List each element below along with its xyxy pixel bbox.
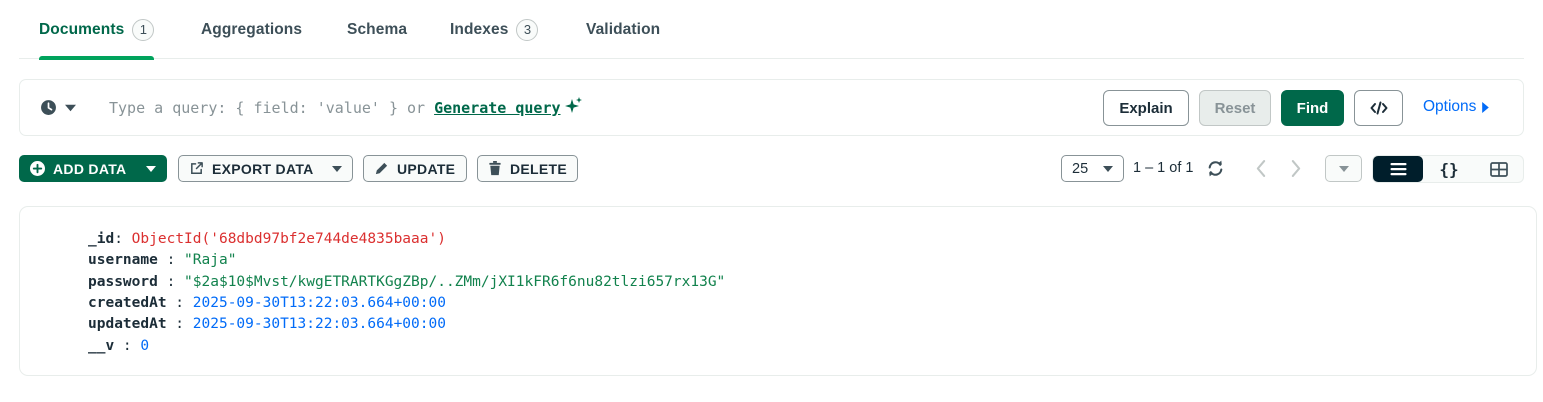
caret-down-icon: [65, 104, 76, 111]
tab-label: Indexes: [450, 20, 509, 38]
query-placeholder: Type a query: { field: 'value' } or: [109, 99, 426, 117]
next-page-button[interactable]: [1289, 159, 1303, 183]
update-button[interactable]: UPDATE: [363, 155, 467, 182]
caret-down-icon: [146, 165, 156, 172]
options-label: Options: [1423, 98, 1477, 115]
field-value: 2025-09-30T13:22:03.664+00:00: [192, 295, 446, 311]
table-icon: [1490, 161, 1508, 177]
previous-page-button[interactable]: [1254, 159, 1268, 183]
export-data-label: EXPORT DATA: [212, 160, 314, 177]
indexes-count-badge: 3: [516, 18, 539, 41]
export-icon: [191, 162, 203, 174]
delete-label: DELETE: [509, 160, 567, 177]
collection-tabs: Documents 1 Aggregations Schema Indexes …: [19, 0, 1524, 60]
list-view-button[interactable]: [1373, 156, 1423, 182]
tab-documents[interactable]: Documents 1: [39, 0, 155, 60]
tab-schema[interactable]: Schema: [347, 0, 407, 59]
document-field[interactable]: updatedAt : 2025-09-30T13:22:03.664+00:0…: [88, 314, 446, 334]
clock-icon: [41, 100, 56, 115]
code-icon: [1370, 101, 1387, 115]
caret-down-icon: [1103, 165, 1113, 172]
sparkle-icon: [564, 97, 583, 119]
field-separator: :: [157, 274, 185, 290]
export-data-button[interactable]: EXPORT DATA: [178, 155, 353, 182]
tab-label: Aggregations: [201, 20, 303, 38]
caret-down-icon: [332, 165, 342, 172]
chevron-left-icon: [1256, 160, 1266, 177]
field-value: ObjectId('68dbd97bf2e744de4835baaa'): [131, 231, 446, 247]
document-card: _id: ObjectId('68dbd97bf2e744de4835baaa'…: [19, 206, 1537, 376]
export-to-language-button[interactable]: [1354, 90, 1403, 126]
explain-button[interactable]: Explain: [1103, 90, 1189, 126]
field-key: updatedAt: [88, 316, 167, 332]
tab-label: Validation: [586, 20, 661, 38]
delete-button[interactable]: DELETE: [477, 155, 578, 182]
caret-down-icon: [1338, 165, 1349, 172]
pencil-icon: [375, 162, 388, 175]
document-field[interactable]: username : "Raja": [88, 250, 236, 270]
refresh-icon: [1208, 160, 1223, 177]
view-options-dropdown[interactable]: [1325, 155, 1362, 182]
refresh-button[interactable]: [1206, 159, 1225, 183]
field-key: __v: [88, 338, 115, 354]
table-view-button[interactable]: [1474, 156, 1524, 182]
document-field[interactable]: _id: ObjectId('68dbd97bf2e744de4835baaa'…: [88, 229, 446, 249]
field-value: 0: [140, 338, 150, 354]
page-size-value: 25: [1072, 160, 1089, 177]
update-label: UPDATE: [397, 160, 456, 177]
field-separator: :: [157, 252, 185, 268]
field-value: "$2a$10$Mvst/kwgETRARTKGgZBp/..ZMm/jXI1k…: [184, 274, 726, 290]
query-bar: Type a query: { field: 'value' } or Gene…: [19, 79, 1524, 136]
add-data-button[interactable]: ADD DATA: [19, 155, 167, 182]
document-field[interactable]: __v : 0: [88, 336, 149, 356]
caret-right-icon: [1482, 101, 1490, 113]
tab-aggregations[interactable]: Aggregations: [201, 0, 302, 59]
trash-icon: [489, 161, 501, 176]
documents-toolbar: ADD DATA EXPORT DATA UPDATE DELETE 25 1 …: [19, 155, 1524, 183]
chevron-right-icon: [1291, 160, 1301, 177]
field-value: "Raja": [184, 252, 237, 268]
add-data-label: ADD DATA: [53, 160, 127, 177]
tab-validation[interactable]: Validation: [586, 0, 660, 59]
field-separator: :: [114, 231, 132, 247]
generate-query-link[interactable]: Generate query: [434, 99, 560, 117]
tab-label: Schema: [347, 20, 408, 38]
json-view-button[interactable]: {}: [1424, 156, 1474, 182]
options-toggle[interactable]: Options: [1423, 98, 1490, 116]
curly-braces-icon: {}: [1439, 159, 1459, 179]
reset-button[interactable]: Reset: [1199, 90, 1271, 126]
query-history-button[interactable]: [40, 99, 76, 116]
field-value: 2025-09-30T13:22:03.664+00:00: [192, 316, 446, 332]
documents-count-badge: 1: [132, 18, 155, 41]
view-switcher: {}: [1372, 155, 1524, 183]
document-field[interactable]: createdAt : 2025-09-30T13:22:03.664+00:0…: [88, 293, 446, 313]
field-key: password: [88, 274, 158, 290]
pagination-range: 1 – 1 of 1: [1133, 160, 1194, 176]
page-size-select[interactable]: 25: [1061, 155, 1124, 182]
field-key: _id: [88, 231, 115, 247]
find-button[interactable]: Find: [1281, 90, 1344, 126]
field-separator: :: [114, 338, 141, 354]
field-key: username: [88, 252, 158, 268]
field-separator: :: [166, 295, 193, 311]
tab-indexes[interactable]: Indexes 3: [450, 0, 539, 59]
field-key: createdAt: [88, 295, 167, 311]
query-input[interactable]: Type a query: { field: 'value' } or Gene…: [109, 97, 583, 119]
document-field[interactable]: password : "$2a$10$Mvst/kwgETRARTKGgZBp/…: [88, 272, 725, 292]
field-separator: :: [166, 316, 193, 332]
plus-circle-icon: [30, 161, 45, 176]
tab-label: Documents: [39, 20, 125, 38]
list-icon: [1390, 163, 1406, 176]
